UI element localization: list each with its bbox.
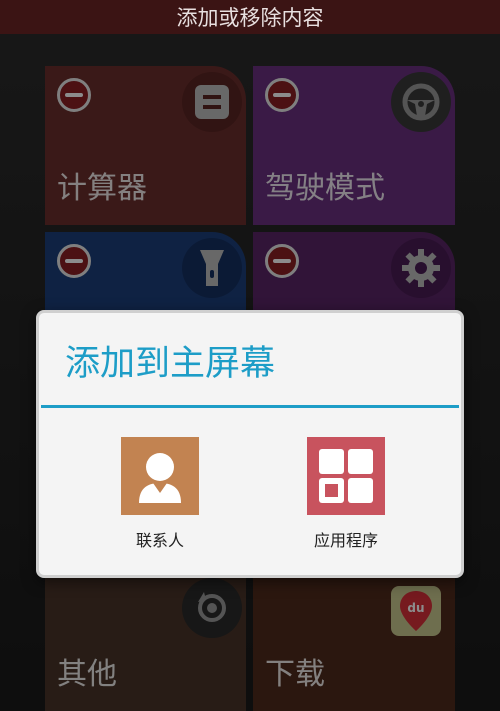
apps-option-label: 应用程序 xyxy=(313,531,378,550)
apps-grid-icon xyxy=(307,437,385,515)
dialog-divider xyxy=(41,405,459,408)
contacts-option-label: 联系人 xyxy=(135,531,184,550)
contacts-option[interactable]: 联系人 xyxy=(90,437,230,551)
dialog-title: 添加到主屏幕 xyxy=(65,344,276,384)
add-to-home-dialog: 添加到主屏幕 联系人 应用程序 xyxy=(36,310,464,578)
page-title: 添加或移除内容 xyxy=(0,0,500,34)
apps-option[interactable]: 应用程序 xyxy=(276,437,416,551)
contact-icon xyxy=(121,437,199,515)
